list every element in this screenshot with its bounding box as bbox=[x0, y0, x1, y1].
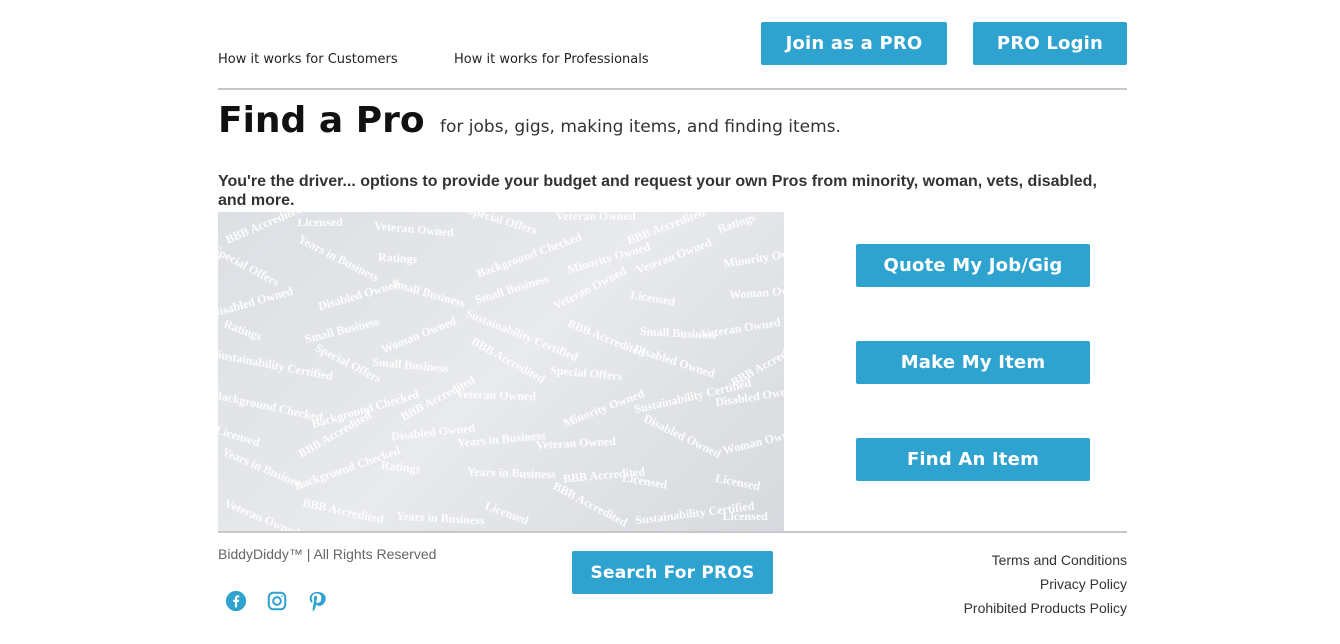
prohibited-products-link[interactable]: Prohibited Products Policy bbox=[964, 600, 1127, 616]
page: How it works for Customers How it works … bbox=[218, 0, 1127, 644]
hero-word: Disabled Owned bbox=[632, 341, 717, 381]
header-divider bbox=[218, 88, 1127, 90]
hero-word: Ratings bbox=[221, 316, 264, 344]
page-title: Find a Pro bbox=[218, 100, 425, 141]
hero-word: Licensed bbox=[620, 470, 668, 493]
hero-word-cloud-image: BBB Accredited Licensed Veteran Owned Speci… bbox=[218, 212, 784, 532]
hero-word: Veteran Owned bbox=[222, 496, 302, 532]
hero-word: Veteran Owned bbox=[555, 212, 636, 224]
hero-word: Ratings bbox=[715, 212, 758, 236]
join-pro-button[interactable]: Join as a PRO bbox=[761, 22, 947, 65]
copyright-text: BiddyDiddy™ | All Rights Reserved bbox=[218, 546, 437, 562]
hero-word: Disabled Owned bbox=[641, 411, 724, 462]
hero-word: Licensed bbox=[482, 498, 531, 528]
footer-divider bbox=[218, 531, 1127, 533]
hero-word: Licensed bbox=[297, 215, 343, 230]
privacy-link[interactable]: Privacy Policy bbox=[1040, 576, 1127, 592]
hero-word: Veteran Owned bbox=[535, 434, 617, 453]
nav-professionals-link[interactable]: How it works for Professionals bbox=[454, 52, 649, 67]
hero-word: Years in Business bbox=[395, 508, 485, 527]
hero-word: Years in Business bbox=[295, 231, 381, 285]
hero-word: Licensed bbox=[629, 287, 677, 309]
hero-word: Years in Business bbox=[466, 464, 557, 482]
hero-word: Special Offers bbox=[218, 242, 282, 290]
hero-word: BBB Accredited bbox=[302, 495, 386, 527]
hero-word: Small Business bbox=[389, 276, 468, 311]
hero-word: Veteran Owned bbox=[700, 315, 782, 342]
hero-word: Special Offers bbox=[465, 212, 540, 237]
hero-word: Ratings bbox=[380, 458, 422, 477]
hero-word: Licensed bbox=[714, 470, 762, 493]
hero-word: Ratings bbox=[377, 249, 418, 266]
find-item-button[interactable]: Find An Item bbox=[856, 438, 1090, 481]
page-subtitle: for jobs, gigs, making items, and findin… bbox=[440, 117, 841, 137]
hero-word: Sustainability Certified bbox=[464, 306, 581, 365]
hero-word: Woman Owned bbox=[728, 282, 784, 302]
instagram-icon[interactable] bbox=[266, 590, 288, 612]
pinterest-icon[interactable] bbox=[306, 590, 328, 612]
hero-word: Woman Owned bbox=[720, 424, 784, 458]
intro-text: You're the driver... options to provide … bbox=[218, 173, 1097, 209]
hero-word: Background Checked bbox=[218, 387, 324, 425]
search-pros-button[interactable]: Search For PROS bbox=[572, 551, 773, 594]
hero-word: Minority Owned bbox=[722, 243, 784, 271]
terms-link[interactable]: Terms and Conditions bbox=[992, 552, 1127, 568]
nav-customers-link[interactable]: How it works for Customers bbox=[218, 52, 398, 67]
hero-word: Disabled Owned bbox=[218, 283, 295, 321]
facebook-icon[interactable] bbox=[225, 590, 247, 612]
hero-word: BBB Accredited bbox=[223, 212, 305, 247]
make-item-button[interactable]: Make My Item bbox=[856, 341, 1090, 384]
quote-job-button[interactable]: Quote My Job/Gig bbox=[856, 244, 1090, 287]
hero-word: Licensed bbox=[722, 508, 768, 523]
hero-word: Disabled Owned bbox=[316, 276, 402, 313]
hero-word: Special Offers bbox=[549, 362, 623, 384]
hero-word: BBB Accredited bbox=[550, 478, 631, 530]
hero-word: Veteran Owned bbox=[373, 218, 455, 240]
hero-word: Woman Owned bbox=[379, 313, 459, 357]
hero-word: Veteran Owned bbox=[456, 386, 537, 404]
hero-word: Small Business bbox=[302, 314, 381, 347]
pro-login-button[interactable]: PRO Login bbox=[973, 22, 1127, 65]
